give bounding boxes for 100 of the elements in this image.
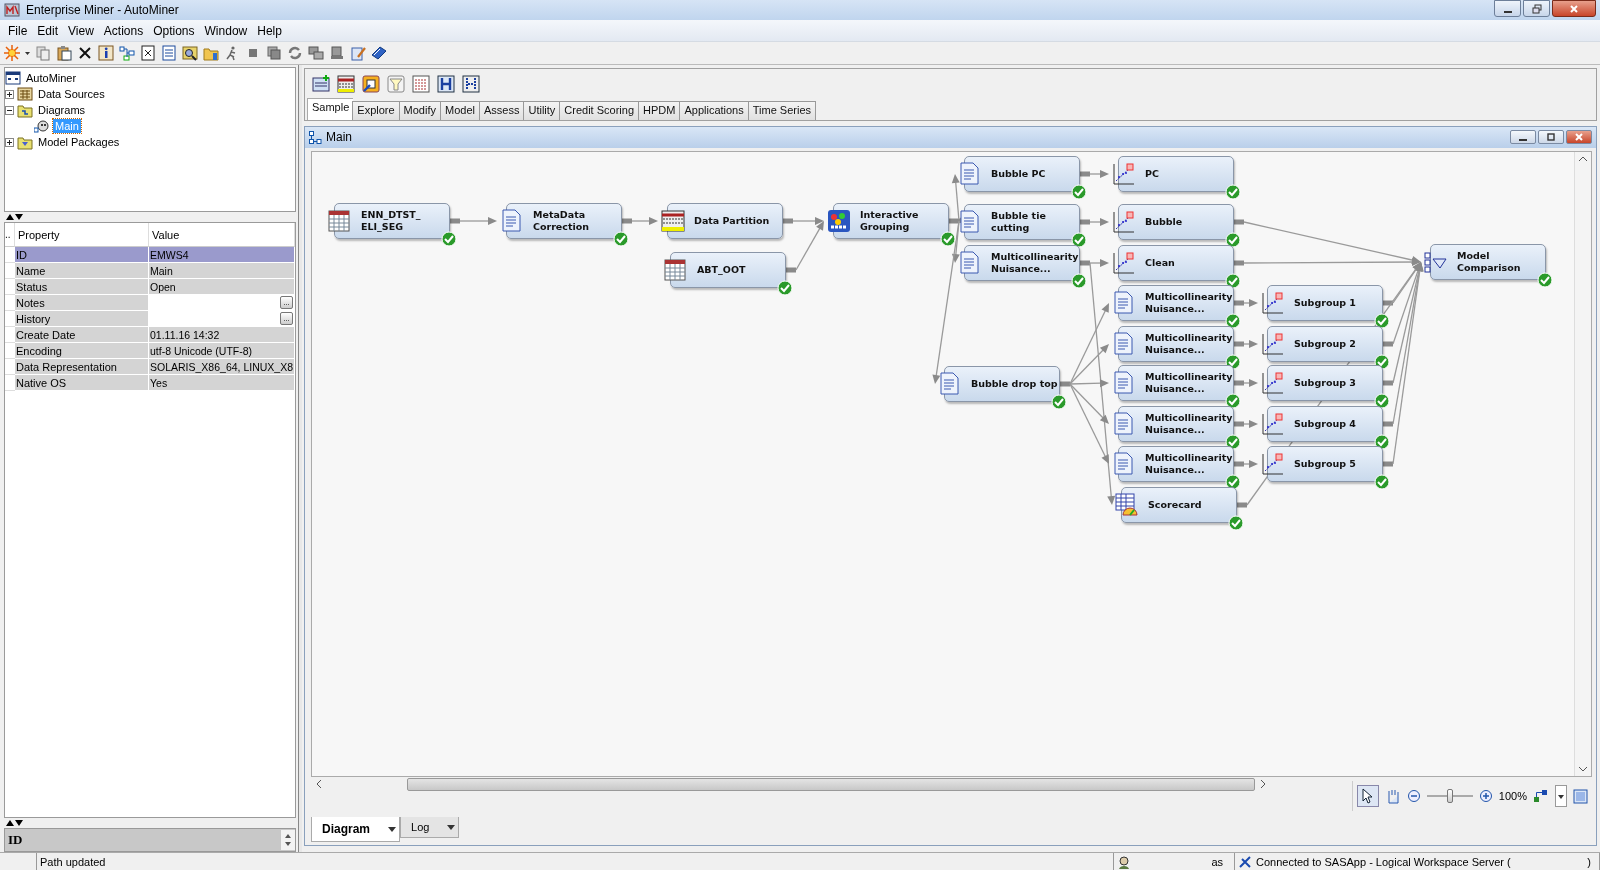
expand-icon[interactable] <box>5 89 14 99</box>
diagram-node[interactable]: Bubble PC <box>964 155 1080 192</box>
document-stack-icon[interactable] <box>266 45 282 61</box>
h-bar-icon[interactable] <box>436 74 456 94</box>
tree-item[interactable]: Model Packages <box>36 135 122 149</box>
close-button[interactable] <box>1552 0 1596 17</box>
tree-item[interactable]: Diagrams <box>36 103 88 117</box>
palette-tab[interactable]: Sample <box>307 98 354 120</box>
pencil-icon[interactable] <box>350 45 366 61</box>
view-tab[interactable]: Diagram <box>311 817 401 843</box>
diagram-node[interactable]: Subgroup 2 <box>1267 325 1383 362</box>
menu-item[interactable]: File <box>3 21 33 40</box>
tree-item[interactable]: Data Sources <box>36 87 107 101</box>
menu-item[interactable]: Edit <box>32 21 64 40</box>
expand-icon[interactable] <box>5 137 14 147</box>
palette-tab[interactable]: Utility <box>523 101 561 120</box>
palette-tab[interactable]: Assess <box>478 101 525 120</box>
folder-icon[interactable] <box>203 45 219 61</box>
splitter-arrows-icon[interactable] <box>6 818 24 827</box>
windows-icon[interactable] <box>308 45 324 61</box>
splitter-arrows-icon[interactable] <box>6 212 24 221</box>
zoom-out-icon[interactable] <box>1406 789 1421 804</box>
add-table-icon[interactable] <box>311 74 331 94</box>
diagram-node[interactable]: Bubble <box>1118 203 1234 240</box>
diagram-node[interactable]: Multicollinearity Nuisance... <box>964 244 1080 281</box>
diagram-node[interactable]: Subgroup 3 <box>1267 364 1383 401</box>
info-icon[interactable] <box>98 45 114 61</box>
property-name[interactable]: Encoding <box>15 343 149 359</box>
diagram-node[interactable]: Subgroup 1 <box>1267 284 1383 321</box>
zoom-slider-thumb[interactable] <box>1446 789 1453 804</box>
menu-item[interactable]: Window <box>199 21 253 40</box>
new-icon[interactable] <box>4 45 20 61</box>
column-header[interactable]: Value <box>149 223 295 247</box>
diagram-node[interactable]: ABT_OOT <box>670 251 786 288</box>
diagram-node[interactable]: Model Comparison <box>1430 243 1546 280</box>
palette-tab[interactable]: Time Series <box>747 101 817 120</box>
magnifier-icon[interactable] <box>182 45 198 61</box>
palette-tab[interactable]: Credit Scoring <box>559 101 640 120</box>
property-name[interactable]: History <box>15 311 149 327</box>
scroll-left-icon[interactable] <box>315 779 323 790</box>
palette-tab[interactable]: Model <box>440 101 480 120</box>
palette-tab[interactable]: Explore <box>352 101 400 120</box>
caret-icon[interactable] <box>25 50 30 56</box>
dropdown-icon[interactable] <box>1555 785 1567 808</box>
book-icon[interactable] <box>371 45 387 61</box>
arrow-frame-icon[interactable] <box>361 74 381 94</box>
diagram-node[interactable]: Data Partition <box>667 202 783 239</box>
diagram-node[interactable]: Bubble tie cutting <box>964 203 1080 240</box>
copy-icon[interactable] <box>35 45 51 61</box>
spinner-arrows-icon[interactable] <box>281 830 295 850</box>
collapse-icon[interactable] <box>5 105 14 115</box>
diagram-node[interactable]: Multicollinearity Nuisance... <box>1118 445 1234 482</box>
palette-tab[interactable]: Modify <box>398 101 441 120</box>
diagram-node[interactable]: Bubble drop top <box>944 365 1060 402</box>
tree-item[interactable]: AutoMiner <box>24 71 79 85</box>
diagram-node[interactable]: Multicollinearity Nuisance... <box>1118 364 1234 401</box>
view-tab[interactable]: Log <box>400 817 460 839</box>
refresh-icon[interactable] <box>287 45 303 61</box>
diagram-node[interactable]: PC <box>1118 155 1234 192</box>
diagram-node[interactable]: Multicollinearity Nuisance... <box>1118 325 1234 362</box>
diagram-node[interactable]: Scorecard <box>1121 486 1237 523</box>
minimize-button[interactable] <box>1494 0 1521 17</box>
restore-button[interactable] <box>1523 0 1550 17</box>
menu-item[interactable]: Help <box>252 21 287 40</box>
network-icon[interactable] <box>119 45 135 61</box>
caret-icon[interactable] <box>388 826 397 832</box>
diagram-node[interactable]: MetaData Correction <box>506 202 622 239</box>
layout-icon[interactable] <box>1533 788 1549 805</box>
scroll-down-icon[interactable] <box>1578 765 1588 774</box>
scroll-right-icon[interactable] <box>1259 779 1267 790</box>
palette-tab[interactable]: Applications <box>679 101 749 120</box>
menu-item[interactable]: View <box>63 21 99 40</box>
menu-item[interactable]: Options <box>148 21 200 40</box>
column-header[interactable]: Property <box>15 223 149 247</box>
diagram-node[interactable]: Clean <box>1118 244 1234 281</box>
diagram-node[interactable]: ENN_DTST_ ELI_SEG <box>334 202 450 239</box>
property-name[interactable]: ID <box>15 247 149 263</box>
diagram-node[interactable]: Subgroup 5 <box>1267 445 1383 482</box>
dotted-table-icon[interactable] <box>411 74 431 94</box>
menu-item[interactable]: Actions <box>98 21 149 40</box>
property-name[interactable]: Status <box>15 279 149 295</box>
property-name[interactable]: Data Representation <box>15 359 149 375</box>
grid-table-icon[interactable] <box>336 74 356 94</box>
minimize-button[interactable] <box>1510 130 1536 145</box>
property-name[interactable]: Native OS <box>15 375 149 391</box>
diagram-node[interactable]: Multicollinearity Nuisance... <box>1118 284 1234 321</box>
ellipsis-button[interactable]: ... <box>280 296 293 309</box>
ellipsis-button[interactable]: ... <box>280 312 293 325</box>
dotted-h-icon[interactable] <box>461 74 481 94</box>
scrollbar-thumb[interactable] <box>407 777 1255 791</box>
zoom-in-icon[interactable] <box>1478 789 1493 804</box>
report-icon[interactable] <box>140 45 156 61</box>
maximize-button[interactable] <box>1538 130 1564 145</box>
stamp-icon[interactable] <box>329 45 345 61</box>
property-name[interactable]: Notes <box>15 295 149 311</box>
diagram-node[interactable]: Subgroup 4 <box>1267 405 1383 442</box>
diagram-node[interactable]: Multicollinearity Nuisance... <box>1118 405 1234 442</box>
notepad-icon[interactable] <box>161 45 177 61</box>
paste-icon[interactable] <box>56 45 72 61</box>
scroll-up-icon[interactable] <box>1578 154 1588 163</box>
